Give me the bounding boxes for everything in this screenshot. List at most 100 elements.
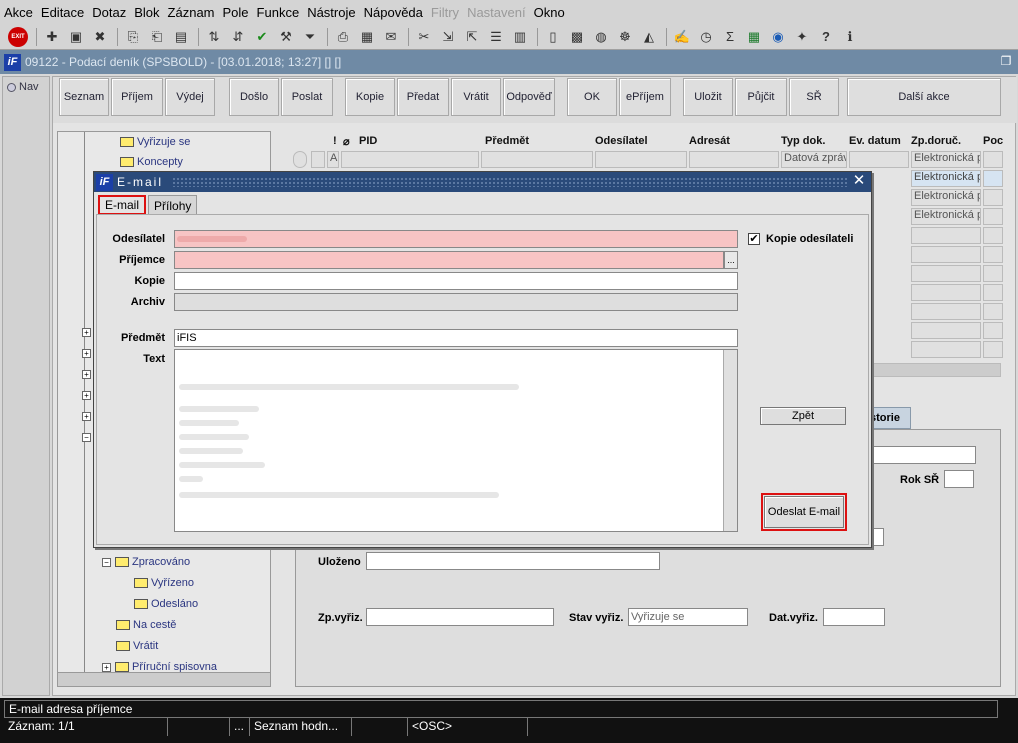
menu-zaznam[interactable]: Záznam bbox=[168, 5, 215, 20]
poc-cell[interactable] bbox=[983, 170, 1003, 187]
sr-button[interactable]: SŘ bbox=[789, 78, 839, 116]
email-text-area[interactable] bbox=[174, 349, 738, 532]
zpet-button[interactable]: Zpět bbox=[760, 407, 846, 425]
insert-record-icon[interactable]: ✚ bbox=[43, 28, 61, 46]
stav-vyriz-field[interactable]: Vyřizuje se bbox=[628, 608, 748, 626]
column-header-typ-dok[interactable]: Typ dok. bbox=[781, 135, 825, 147]
tree-item-zpracovano[interactable]: − Zpracováno bbox=[102, 556, 190, 568]
copy-icon[interactable]: ⎘ bbox=[124, 28, 142, 46]
archiv-field[interactable] bbox=[174, 293, 738, 311]
tree-item-vyrizuje-se[interactable]: Vyřizuje se bbox=[120, 136, 190, 148]
browse-recipients-button[interactable]: ... bbox=[724, 251, 738, 269]
vydej-button[interactable]: Výdej bbox=[165, 78, 215, 116]
sum-icon[interactable]: Σ bbox=[721, 28, 739, 46]
zp-doruc-cell[interactable]: Elektronická p bbox=[911, 170, 981, 187]
prijemce-field[interactable] bbox=[174, 251, 724, 269]
menu-pole[interactable]: Pole bbox=[223, 5, 249, 20]
poc-cell[interactable] bbox=[983, 303, 1003, 320]
menu-okno[interactable]: Okno bbox=[534, 5, 565, 20]
menu-blok[interactable]: Blok bbox=[134, 5, 159, 20]
menu-editace[interactable]: Editace bbox=[41, 5, 84, 20]
poc-cell[interactable] bbox=[983, 189, 1003, 206]
column-header-zp-doruc[interactable]: Zp.doruč. bbox=[911, 135, 961, 147]
restore-window-icon[interactable]: ❐ bbox=[998, 54, 1014, 70]
predmet-cell[interactable] bbox=[481, 151, 593, 168]
scissors-icon[interactable]: ✂ bbox=[415, 28, 433, 46]
menu-nastroje[interactable]: Nástroje bbox=[307, 5, 355, 20]
poc-cell[interactable] bbox=[983, 151, 1003, 168]
zp-doruc-cell[interactable] bbox=[911, 284, 981, 301]
odesilatel-field[interactable] bbox=[174, 230, 738, 248]
kopie-button[interactable]: Kopie bbox=[345, 78, 395, 116]
tab-prilohy[interactable]: Přílohy bbox=[148, 195, 198, 215]
export-icon[interactable]: ⇲ bbox=[439, 28, 457, 46]
tree-item-na-ceste[interactable]: Na cestě bbox=[116, 619, 176, 631]
kopie-field[interactable] bbox=[174, 272, 738, 290]
lower-small-field[interactable] bbox=[870, 528, 884, 546]
excel-icon[interactable]: ▦ bbox=[745, 28, 763, 46]
column-header-odesilatel[interactable]: Odesílatel bbox=[595, 135, 648, 147]
calculator-icon[interactable]: ▩ bbox=[568, 28, 586, 46]
print-preview-icon[interactable]: ▦ bbox=[358, 28, 376, 46]
zp-doruc-cell[interactable] bbox=[911, 265, 981, 282]
save-record-icon[interactable]: ▣ bbox=[67, 28, 85, 46]
vratit-button[interactable]: Vrátit bbox=[451, 78, 501, 116]
eprijem-button[interactable]: ePříjem bbox=[619, 78, 671, 116]
text-vertical-scrollbar[interactable] bbox=[723, 350, 737, 531]
exit-icon[interactable]: EXIT bbox=[8, 26, 28, 47]
column-header-ev-datum[interactable]: Ev. datum bbox=[849, 135, 901, 147]
send-email-button[interactable]: Odeslat E-mail bbox=[761, 493, 847, 531]
zp-doruc-cell[interactable]: Elektronická p bbox=[911, 189, 981, 206]
poc-cell[interactable] bbox=[983, 227, 1003, 244]
signature-icon[interactable]: ✍ bbox=[673, 28, 691, 46]
menu-dotaz[interactable]: Dotaz bbox=[92, 5, 126, 20]
seznam-button[interactable]: Seznam bbox=[59, 78, 109, 116]
tree-item-odeslano[interactable]: Odesláno bbox=[134, 598, 198, 610]
sort-desc-icon[interactable]: ⇵ bbox=[229, 28, 247, 46]
predat-button[interactable]: Předat bbox=[397, 78, 449, 116]
sort-asc-icon[interactable]: ⇅ bbox=[205, 28, 223, 46]
tab-email[interactable]: E-mail bbox=[98, 195, 147, 215]
close-icon[interactable]: ✕ bbox=[852, 173, 868, 189]
odesilatel-cell[interactable] bbox=[595, 151, 687, 168]
zp-vyriz-field[interactable] bbox=[366, 608, 554, 626]
checkmark-icon[interactable]: ✔ bbox=[253, 28, 271, 46]
ok-button[interactable]: OK bbox=[567, 78, 617, 116]
pid-cell[interactable] bbox=[341, 151, 479, 168]
print-icon[interactable]: ⎙ bbox=[334, 28, 352, 46]
zp-doruc-cell[interactable] bbox=[911, 341, 981, 358]
helm-icon[interactable]: ☸ bbox=[616, 28, 634, 46]
adresat-cell[interactable] bbox=[689, 151, 779, 168]
tree-item-koncepty[interactable]: Koncepty bbox=[120, 156, 183, 168]
tree-item-vyrizeno[interactable]: Vyřízeno bbox=[134, 577, 194, 589]
tips-icon[interactable]: ✦ bbox=[793, 28, 811, 46]
zp-doruc-cell[interactable] bbox=[911, 303, 981, 320]
poc-cell[interactable] bbox=[983, 208, 1003, 225]
row-selector[interactable] bbox=[311, 151, 325, 168]
browser-icon[interactable]: ◉ bbox=[769, 28, 787, 46]
row-flag-cell[interactable]: A bbox=[327, 151, 339, 168]
clear-icon[interactable]: ▤ bbox=[172, 28, 190, 46]
column-header-flag[interactable]: ! bbox=[333, 135, 337, 147]
clock-icon[interactable]: ◷ bbox=[697, 28, 715, 46]
menu-akce[interactable]: Akce bbox=[4, 5, 33, 20]
columns-icon[interactable]: ▥ bbox=[511, 28, 529, 46]
tree-horizontal-scrollbar[interactable] bbox=[58, 672, 270, 686]
scroll-up-icon[interactable] bbox=[293, 151, 307, 168]
poslat-button[interactable]: Poslat bbox=[281, 78, 333, 116]
chart-icon[interactable]: ◭ bbox=[640, 28, 658, 46]
delete-record-icon[interactable]: ✖ bbox=[91, 28, 109, 46]
zp-doruc-cell[interactable]: Elektronická p bbox=[911, 151, 981, 168]
doslo-button[interactable]: Došlo bbox=[229, 78, 279, 116]
tree-item-vratit[interactable]: Vrátit bbox=[116, 640, 158, 652]
pujcit-button[interactable]: Půjčit bbox=[735, 78, 787, 116]
column-header-adresat[interactable]: Adresát bbox=[689, 135, 730, 147]
menu-funkce[interactable]: Funkce bbox=[257, 5, 300, 20]
poc-cell[interactable] bbox=[983, 284, 1003, 301]
prijem-button[interactable]: Příjem bbox=[111, 78, 163, 116]
rok-sr-field[interactable] bbox=[944, 470, 974, 488]
zp-doruc-cell[interactable]: Elektronická p bbox=[911, 208, 981, 225]
help-icon[interactable]: ? bbox=[817, 28, 835, 46]
nav-toggle[interactable]: Nav bbox=[3, 77, 49, 97]
ev-datum-cell[interactable] bbox=[849, 151, 909, 168]
